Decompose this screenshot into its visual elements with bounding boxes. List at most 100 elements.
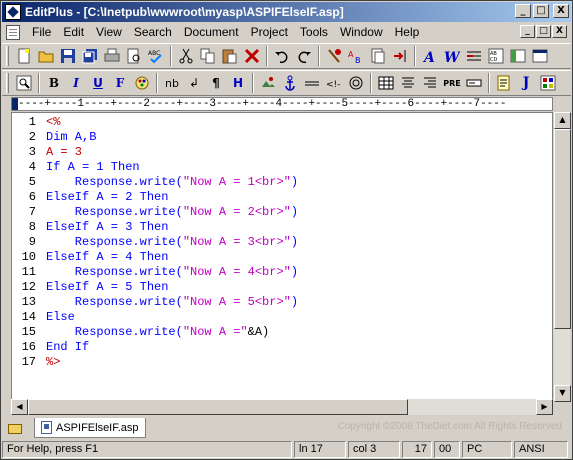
- status-file-format[interactable]: PC: [462, 441, 512, 458]
- print-preview-icon[interactable]: [123, 45, 145, 67]
- code-token: Response.write(: [46, 325, 183, 339]
- status-encoding[interactable]: ANSI: [514, 441, 568, 458]
- doc-restore-button[interactable]: □: [536, 25, 551, 38]
- menu-edit[interactable]: Edit: [57, 25, 90, 39]
- vertical-scroll-thumb[interactable]: [554, 129, 571, 329]
- word-wrap-icon[interactable]: W: [441, 45, 463, 67]
- code-line[interactable]: ElseIf A = 3 Then: [46, 220, 298, 235]
- code-line[interactable]: Response.write("Now A = 3<br>"): [46, 235, 298, 250]
- code-line[interactable]: If A = 1 Then: [46, 160, 298, 175]
- code-line[interactable]: Dim A,B: [46, 130, 298, 145]
- maximize-button[interactable]: □: [533, 4, 549, 18]
- menu-document[interactable]: Document: [178, 25, 245, 39]
- code-line[interactable]: Else: [46, 310, 298, 325]
- code-line[interactable]: ElseIf A = 2 Then: [46, 190, 298, 205]
- code-area[interactable]: <% Dim A,B A = 3 If A = 1 Then Response.wri…: [46, 115, 298, 370]
- redo-icon[interactable]: [293, 45, 315, 67]
- code-line[interactable]: %>: [46, 355, 298, 370]
- pre-tag-button[interactable]: PRE: [441, 72, 463, 94]
- code-line[interactable]: Response.write("Now A = 1<br>"): [46, 175, 298, 190]
- replace-icon[interactable]: AB: [345, 45, 367, 67]
- italic-button[interactable]: I: [65, 72, 87, 94]
- html-preview-icon[interactable]: [13, 72, 35, 94]
- doc-minimize-button[interactable]: _: [520, 25, 535, 38]
- image-tag-icon[interactable]: [257, 72, 279, 94]
- menu-tools[interactable]: Tools: [294, 25, 334, 39]
- horizontal-scrollbar[interactable]: ◀ ▶: [11, 399, 553, 415]
- delete-icon[interactable]: [241, 45, 263, 67]
- save-all-icon[interactable]: [79, 45, 101, 67]
- javascript-button[interactable]: J: [515, 72, 537, 94]
- form-icon[interactable]: [463, 72, 485, 94]
- html-template-icon[interactable]: [493, 72, 515, 94]
- cut-icon[interactable]: [175, 45, 197, 67]
- open-folder-icon[interactable]: [35, 45, 57, 67]
- toolbar-grip[interactable]: [6, 73, 9, 93]
- menu-window[interactable]: Window: [334, 25, 389, 39]
- copy-icon[interactable]: [197, 45, 219, 67]
- align-right-icon[interactable]: [419, 72, 441, 94]
- heading-button[interactable]: H: [227, 72, 249, 94]
- undo-icon[interactable]: [271, 45, 293, 67]
- scroll-right-button[interactable]: ▶: [536, 399, 553, 415]
- menu-view[interactable]: View: [90, 25, 128, 39]
- menu-help[interactable]: Help: [389, 25, 426, 39]
- minimize-button[interactable]: _: [515, 4, 531, 18]
- line-number-icon[interactable]: [463, 45, 485, 67]
- line-break-button[interactable]: ↲: [183, 72, 205, 94]
- code-line[interactable]: Response.write("Now A = 5<br>"): [46, 295, 298, 310]
- tab-aspifelseif[interactable]: ASPIFElseIF.asp: [34, 418, 146, 438]
- new-file-icon[interactable]: [13, 45, 35, 67]
- scroll-left-button[interactable]: ◀: [11, 399, 28, 415]
- find-in-files-icon[interactable]: [367, 45, 389, 67]
- scroll-up-button[interactable]: ▲: [554, 112, 571, 129]
- underline-button[interactable]: U: [87, 72, 109, 94]
- menu-file[interactable]: File: [26, 25, 57, 39]
- target-icon[interactable]: [345, 72, 367, 94]
- code-line[interactable]: Response.write("Now A = 2<br>"): [46, 205, 298, 220]
- menu-project[interactable]: Project: [245, 25, 294, 39]
- comment-tag-icon[interactable]: <!-: [323, 72, 345, 94]
- code-line[interactable]: ElseIf A = 5 Then: [46, 280, 298, 295]
- menu-search[interactable]: Search: [128, 25, 178, 39]
- horizontal-scroll-thumb[interactable]: [28, 399, 408, 415]
- align-center-icon[interactable]: [397, 72, 419, 94]
- code-line[interactable]: ElseIf A = 4 Then: [46, 250, 298, 265]
- code-line[interactable]: Response.write("Now A = 4<br>"): [46, 265, 298, 280]
- vertical-scrollbar[interactable]: ▲ ▼: [553, 112, 571, 402]
- ruler-toggle-icon[interactable]: AB CD: [485, 45, 507, 67]
- find-icon[interactable]: [323, 45, 345, 67]
- color-picker-icon[interactable]: [131, 72, 153, 94]
- css-icon[interactable]: [537, 72, 559, 94]
- editplus-app-icon[interactable]: [5, 4, 21, 20]
- spell-check-icon[interactable]: ABC: [145, 45, 167, 67]
- close-button[interactable]: X: [553, 4, 569, 18]
- code-line[interactable]: <%: [46, 115, 298, 130]
- cliptext-window-icon[interactable]: [529, 45, 551, 67]
- code-line[interactable]: Response.write("Now A =" &A): [46, 325, 298, 340]
- bold-button[interactable]: B: [43, 72, 65, 94]
- doc-close-button[interactable]: X: [552, 25, 567, 38]
- code-line[interactable]: A = 3: [46, 145, 298, 160]
- goto-line-icon[interactable]: [389, 45, 411, 67]
- anchor-icon[interactable]: [279, 72, 301, 94]
- directory-window-icon[interactable]: [507, 45, 529, 67]
- code-editor[interactable]: 1 2 3 4 5 6 7 8 9 10 11 12 13 14 15 16 17 <% Dim A,B A = 3…: [11, 112, 553, 402]
- paragraph-button[interactable]: ¶: [205, 72, 227, 94]
- horizontal-rule-icon[interactable]: [301, 72, 323, 94]
- title-bar[interactable]: EditPlus - [C:\Inetpub\wwwroot\myasp\ASP…: [2, 2, 571, 22]
- toolbar-separator: [414, 46, 416, 66]
- column-ruler[interactable]: ----+----1----+----2----+----3----+----4…: [11, 97, 553, 111]
- nbsp-button[interactable]: nb: [161, 72, 183, 94]
- font-tag-button[interactable]: F: [109, 72, 131, 94]
- save-icon[interactable]: [57, 45, 79, 67]
- toolbar-grip[interactable]: [6, 46, 9, 66]
- table-icon[interactable]: [375, 72, 397, 94]
- code-line[interactable]: End If: [46, 340, 298, 355]
- scroll-down-button[interactable]: ▼: [554, 385, 571, 402]
- folder-icon[interactable]: [8, 420, 28, 438]
- print-icon[interactable]: [101, 45, 123, 67]
- paste-icon[interactable]: [219, 45, 241, 67]
- font-icon[interactable]: A: [419, 45, 441, 67]
- document-icon[interactable]: [6, 24, 20, 40]
